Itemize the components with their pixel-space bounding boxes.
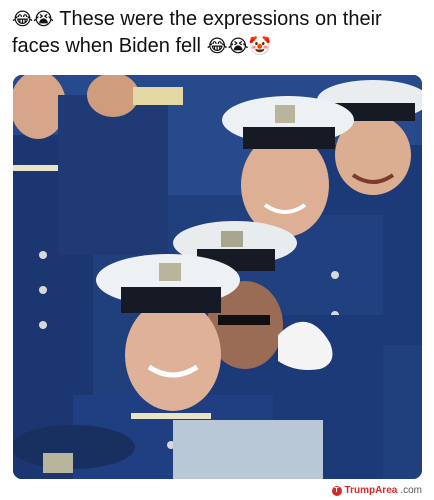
watermark-name: TrumpArea	[344, 485, 398, 496]
watermark-suffix: .com	[400, 485, 422, 496]
cadets-photo-illustration	[13, 75, 422, 479]
trumparea-logo-icon: T	[331, 485, 342, 496]
caption-emoji-prefix: 😂😭	[12, 9, 55, 30]
trumparea-watermark: T TrumpArea .com	[331, 485, 422, 496]
meme-photo	[13, 75, 422, 479]
paper-program	[173, 420, 323, 479]
cadet-back-left	[58, 75, 183, 255]
caption-text: These were the expressions on their face…	[12, 8, 382, 57]
caption-emoji-suffix: 😂😭🤡	[206, 36, 272, 57]
post-caption: 😂😭 These were the expressions on their f…	[12, 6, 426, 60]
